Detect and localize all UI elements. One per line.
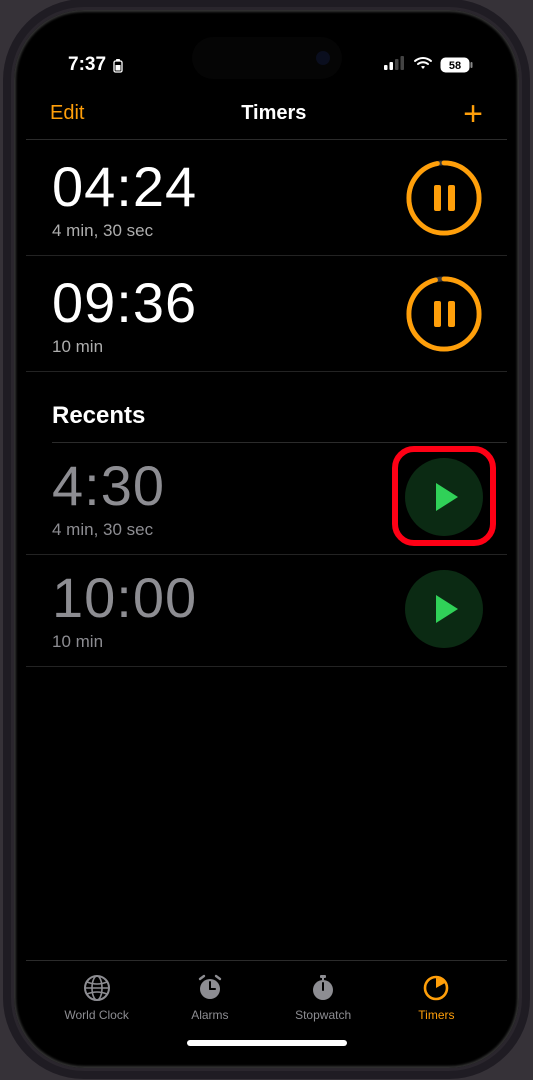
status-time: 7:37 [68,54,106,76]
tab-label: Stopwatch [295,1008,351,1022]
add-timer-button[interactable]: + [463,104,483,124]
timer-info: 04:24 4 min, 30 sec [52,154,197,241]
recent-duration: 10:00 [52,565,197,630]
stopwatch-icon [308,973,338,1003]
tab-alarms[interactable]: Alarms [153,973,266,1022]
cellular-icon [384,54,406,76]
timer-info: 09:36 10 min [52,270,197,357]
battery-icon: 58 [440,57,473,73]
pause-icon [434,185,455,211]
tab-label: World Clock [64,1008,128,1022]
recent-duration: 4:30 [52,453,165,518]
play-icon [436,483,458,511]
tab-world-clock[interactable]: World Clock [40,973,153,1022]
tab-timers[interactable]: Timers [380,973,493,1022]
active-timer-row[interactable]: 04:24 4 min, 30 sec [26,140,507,256]
active-timer-row[interactable]: 09:36 10 min [26,256,507,372]
timer-label: 10 min [52,337,197,357]
recent-info: 4:30 4 min, 30 sec [52,453,165,540]
pause-button[interactable] [405,159,483,237]
edit-button[interactable]: Edit [50,102,84,125]
tab-label: Alarms [191,1008,228,1022]
low-power-icon [111,57,125,73]
status-left: 7:37 [68,54,125,76]
recent-timer-row[interactable]: 10:00 10 min [26,555,507,667]
timer-remaining: 04:24 [52,154,197,219]
dynamic-island [192,37,342,79]
recent-label: 4 min, 30 sec [52,520,165,540]
wifi-icon [413,54,433,76]
tab-label: Timers [418,1008,454,1022]
recent-info: 10:00 10 min [52,565,197,652]
globe-icon [82,973,112,1003]
screen: 7:37 58 [26,22,507,1056]
phone-frame: 7:37 58 [14,10,519,1068]
start-recent-button[interactable] [405,458,483,536]
pause-icon [434,301,455,327]
content[interactable]: 04:24 4 min, 30 sec 09:36 10 min [26,140,507,960]
recent-timer-row[interactable]: 4:30 4 min, 30 sec [26,443,507,555]
timer-label: 4 min, 30 sec [52,221,197,241]
timer-remaining: 09:36 [52,270,197,335]
pause-button[interactable] [405,275,483,353]
svg-text:58: 58 [449,60,461,72]
timer-icon [421,973,451,1003]
play-icon [436,595,458,623]
nav-header: Edit Timers + [26,80,507,139]
tab-stopwatch[interactable]: Stopwatch [267,973,380,1022]
recent-label: 10 min [52,632,197,652]
alarm-icon [195,973,225,1003]
page-title: Timers [241,102,306,125]
start-recent-button[interactable] [405,570,483,648]
recents-header: Recents [26,372,507,442]
play-button-wrap [405,458,483,536]
home-indicator[interactable] [187,1040,347,1046]
status-right: 58 [384,54,473,76]
